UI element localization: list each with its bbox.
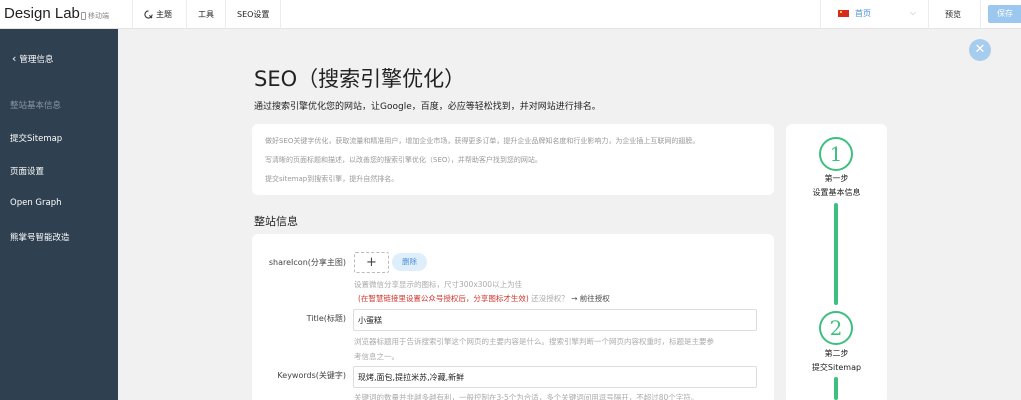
sidebar-back-label: 管理信息 <box>19 54 54 65</box>
section-title: 整站信息 <box>254 215 298 228</box>
title-hint: 考信息之一。 <box>354 352 399 361</box>
phone-icon <box>81 12 86 20</box>
top-bar: Design Lab 移动端 主题 工具 SEO设置 首页 ⌵ 预览 保存 <box>0 0 1021 29</box>
title-hint: 浏览器标题用于告诉搜索引擎这个网页的主要内容是什么。搜索引擎判断一个网页内容权重… <box>354 337 714 346</box>
sidebar-item-site-info[interactable]: 整站基本信息 <box>10 99 61 111</box>
share-auth-text: 还没授权？ <box>531 294 569 303</box>
delete-button[interactable]: 删除 <box>392 253 427 271</box>
authorize-link[interactable]: → 前往授权 <box>571 294 610 303</box>
step-progress-bar <box>834 203 838 305</box>
step-number: 1 <box>819 137 853 171</box>
title-label: Title(标题) <box>306 314 346 323</box>
sidebar: ‹ 管理信息 整站基本信息 提交Sitemap 页面设置 Open Graph … <box>0 29 118 400</box>
page-select-dropdown[interactable]: 首页 <box>838 8 871 19</box>
chevron-left-icon: ‹ <box>12 52 17 65</box>
nav-divider <box>820 0 821 29</box>
step-subtitle: 提交Sitemap <box>811 363 862 372</box>
close-button[interactable]: ✕ <box>969 39 991 61</box>
intro-line: 写清晰的页面标题和描述，以改善您的搜索引擎优化（SEO），并帮助客户找到您的网站… <box>265 156 542 164</box>
step-title: 第一步 <box>824 174 849 183</box>
nav-divider <box>980 0 981 29</box>
title-input[interactable] <box>353 309 757 331</box>
intro-line: 提交sitemap到搜索引擎，提升自然排名。 <box>265 175 399 183</box>
step-title: 第二步 <box>824 349 849 358</box>
step-progress-bar <box>834 377 838 400</box>
nav-divider <box>928 0 929 29</box>
keywords-hint: 关键词的数量并非越多越有利，一般控制在3-5个为合适，多个关键词间用逗号隔开，不… <box>354 393 699 400</box>
sidebar-item-xiongzhang[interactable]: 熊掌号智能改造 <box>10 231 70 243</box>
chevron-down-icon[interactable]: ⌵ <box>910 8 916 18</box>
nav-tools[interactable]: 工具 <box>198 9 214 20</box>
nav-divider <box>280 0 281 29</box>
page-select-label: 首页 <box>855 9 871 18</box>
nav-divider <box>225 0 226 29</box>
page-subtitle: 通过搜索引擎优化您的网站，让Google，百度，必应等轻松找到，并对网站进行排名… <box>254 102 601 112</box>
sidebar-back-button[interactable]: ‹ 管理信息 <box>12 52 53 65</box>
sidebar-item-open-graph[interactable]: Open Graph <box>10 198 61 208</box>
nav-seo-settings[interactable]: SEO设置 <box>237 9 269 20</box>
preview-button[interactable]: 预览 <box>945 9 961 20</box>
intro-card: 做好SEO关键字优化，获取流量和精准用户，增加企业市场，获得更多订单，提升企业品… <box>252 124 774 195</box>
page-title: SEO（搜索引擎优化） <box>254 67 466 91</box>
step-number: 2 <box>819 311 853 345</box>
theme-icon <box>144 10 153 19</box>
close-icon: ✕ <box>974 42 986 57</box>
intro-line: 做好SEO关键字优化，获取流量和精准用户，增加企业市场，获得更多订单，提升企业品… <box>265 137 700 145</box>
mobile-view-label: 移动端 <box>88 12 109 20</box>
nav-divider <box>186 0 187 29</box>
share-note: (在智慧链接里设置公众号授权后，分享图标才生效) 还没授权？ → 前往授权 <box>358 293 610 304</box>
nav-tools-label: 工具 <box>198 10 214 19</box>
brand-logo[interactable]: Design Lab <box>4 5 80 22</box>
sidebar-item-sitemap[interactable]: 提交Sitemap <box>10 132 62 144</box>
nav-theme-label: 主题 <box>156 10 172 19</box>
mobile-view-button[interactable]: 移动端 <box>81 11 109 21</box>
nav-seo-label: SEO设置 <box>237 10 270 19</box>
china-flag-icon <box>838 10 849 17</box>
keywords-label: Keywords(关键字) <box>277 371 346 380</box>
share-hint: 设置微信分享显示的图标，尺寸300x300以上为佳 <box>354 280 523 289</box>
nav-theme[interactable]: 主题 <box>144 9 172 20</box>
sidebar-item-page-settings[interactable]: 页面设置 <box>10 165 44 177</box>
share-icon-label: shareIcon(分享主图) <box>268 258 346 267</box>
share-red-note: (在智慧链接里设置公众号授权后，分享图标才生效) <box>358 294 529 303</box>
plus-icon: + <box>366 255 377 270</box>
step-subtitle: 设置基本信息 <box>812 188 861 197</box>
save-button[interactable]: 保存 <box>988 5 1021 23</box>
keywords-input[interactable] <box>353 366 757 388</box>
nav-divider <box>132 0 133 29</box>
upload-button[interactable]: + <box>354 252 389 273</box>
